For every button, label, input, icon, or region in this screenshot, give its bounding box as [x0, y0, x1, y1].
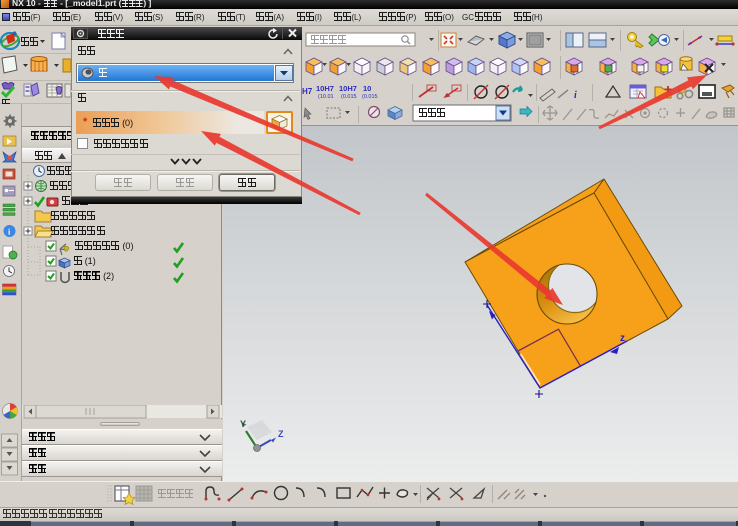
svg-text:Z: Z — [278, 429, 284, 439]
svg-text:z: z — [620, 333, 625, 344]
svg-text:(0.015: (0.015 — [362, 94, 378, 100]
svg-text:H7: H7 — [302, 87, 313, 96]
svg-text:(0.015: (0.015 — [341, 94, 357, 100]
svg-text:10H7: 10H7 — [339, 84, 357, 93]
svg-text:10H7: 10H7 — [316, 84, 334, 93]
svg-text:i: i — [574, 90, 577, 101]
svg-text:Y: Y — [240, 419, 246, 429]
svg-text:(10.01: (10.01 — [318, 94, 334, 100]
svg-text:10: 10 — [363, 84, 371, 93]
